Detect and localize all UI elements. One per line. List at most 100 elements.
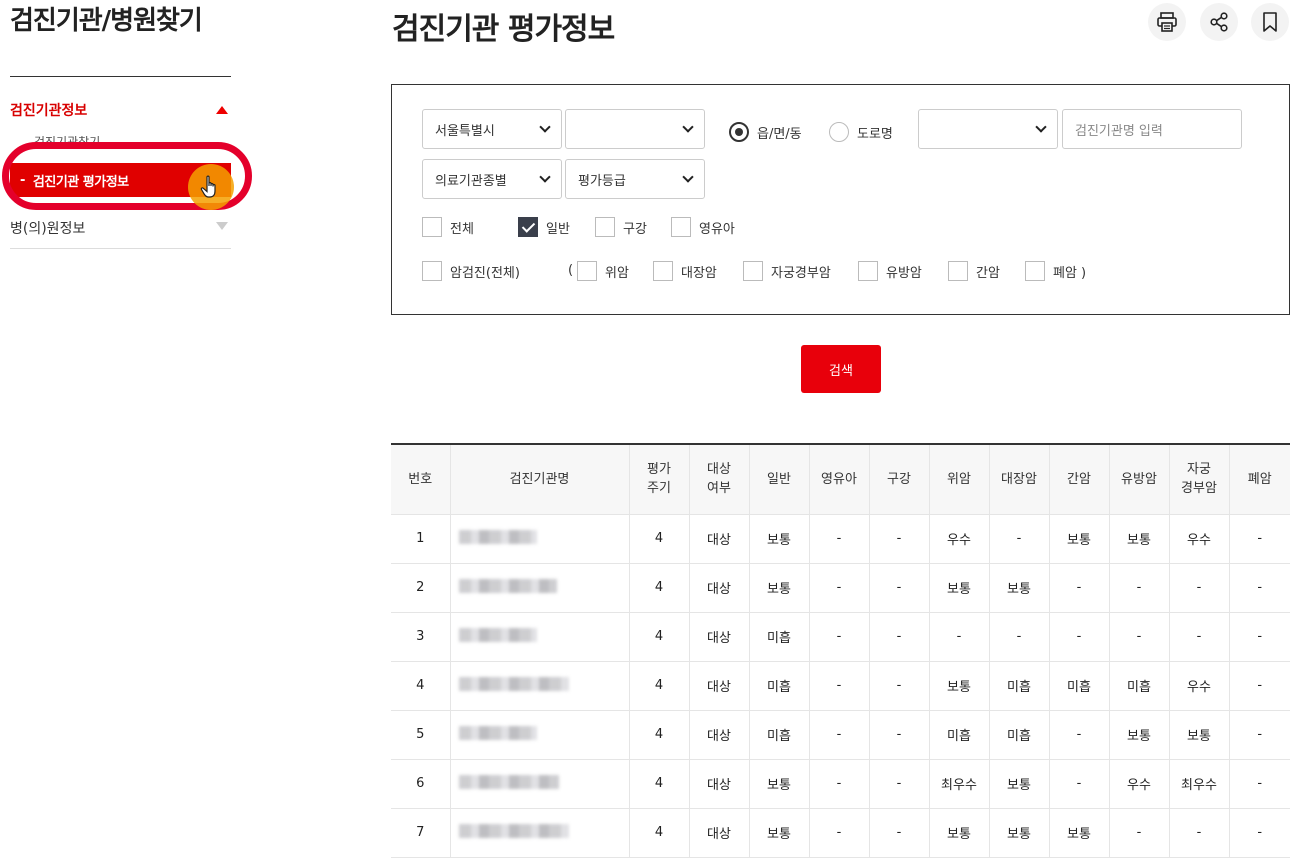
redacted-text: [458, 725, 537, 740]
table-cell: 대상: [688, 612, 749, 662]
table-cell: 보통: [1108, 514, 1169, 564]
chevron-down-icon: [682, 121, 694, 133]
checkbox-general[interactable]: 일반: [518, 217, 570, 237]
grade-select[interactable]: 평가등급: [565, 159, 705, 199]
checkbox-all[interactable]: 전체: [422, 217, 474, 237]
table-cell: -: [1228, 563, 1290, 613]
cell-no: 7: [391, 808, 450, 858]
checkbox-stomach[interactable]: 위암: [577, 261, 629, 281]
bookmark-button[interactable]: [1251, 3, 1289, 41]
table-cell: 보통: [748, 514, 809, 564]
chevron-down-icon: [539, 171, 551, 183]
cell-institution-name-redacted[interactable]: [449, 563, 629, 613]
district-select[interactable]: [565, 109, 705, 149]
table-cell: 보통: [748, 759, 809, 809]
page-title: 검진기관 평가정보: [392, 12, 615, 47]
cell-institution-name-redacted[interactable]: [449, 759, 629, 809]
table-row[interactable]: 6 4 대상 보통 - - 최우수 보통 - 우수 최우수 -: [391, 759, 1290, 809]
print-icon: [1157, 12, 1177, 32]
table-cell: 4: [628, 808, 689, 858]
radio-town-label: 읍/면/동: [757, 126, 802, 142]
radio-road-label: 도로명: [857, 126, 893, 142]
table-header-row: 번호 검진기관명 평가 주기 대상 여부 일반 영유아 구강 위암 대장암 간암 유…: [391, 444, 1290, 515]
table-row[interactable]: 2 4 대상 보통 - - 보통 보통 - - - -: [391, 563, 1290, 613]
grade-select-value: 평가등급: [578, 173, 626, 189]
cell-institution-name-redacted[interactable]: [449, 710, 629, 760]
table-cell: -: [808, 514, 869, 564]
cell-no: 5: [391, 710, 450, 760]
table-row[interactable]: 4 4 대상 미흡 - - 보통 미흡 미흡 미흡 우수 -: [391, 661, 1290, 711]
cell-institution-name-redacted[interactable]: [449, 612, 629, 662]
table-row[interactable]: 1 4 대상 보통 - - 우수 - 보통 보통 우수 -: [391, 514, 1290, 564]
checkbox-oral[interactable]: 구강: [595, 217, 647, 237]
checkbox-infant[interactable]: 영유아: [671, 217, 735, 237]
table-cell: -: [1048, 710, 1109, 760]
table-cell: 미흡: [748, 612, 809, 662]
table-cell: 보통: [1108, 710, 1169, 760]
checkbox-breast[interactable]: 유방암: [858, 261, 922, 281]
print-button[interactable]: [1148, 3, 1186, 41]
table-cell: 미흡: [988, 661, 1049, 711]
checkbox-label: 대장암: [681, 265, 717, 281]
town-select[interactable]: [918, 109, 1058, 149]
paren-open: (: [568, 263, 574, 278]
table-cell: 미흡: [748, 661, 809, 711]
table-cell: -: [808, 808, 869, 858]
sidebar-category-hospital-info[interactable]: 병(의)원정보: [10, 212, 231, 249]
search-panel: 서울특별시 읍/면/동 도로명 검진기관명 입력 의료기관종별 평가등급 전체 …: [391, 84, 1290, 315]
cell-institution-name-redacted[interactable]: [449, 514, 629, 564]
triangle-up-icon: [216, 106, 228, 114]
sidebar-category-checkup-info[interactable]: 검진기관정보: [10, 100, 231, 120]
table-cell: 대상: [688, 710, 749, 760]
search-button[interactable]: 검색: [801, 345, 881, 393]
table-cell: 4: [628, 514, 689, 564]
checkbox-liver[interactable]: 간암: [948, 261, 1000, 281]
table-cell: -: [868, 661, 929, 711]
radio-town[interactable]: 읍/면/동: [729, 122, 802, 142]
table-cell: 우수: [1108, 759, 1169, 809]
table-cell: -: [1108, 612, 1169, 662]
checkbox-colon[interactable]: 대장암: [653, 261, 717, 281]
header-name: 검진기관명: [449, 444, 629, 515]
table-cell: 보통: [1048, 808, 1109, 858]
checkbox-cervical[interactable]: 자궁경부암: [743, 261, 831, 281]
table-cell: 미흡: [1108, 661, 1169, 711]
table-cell: -: [868, 514, 929, 564]
header-breast: 유방암: [1108, 444, 1169, 515]
checkbox-label: 일반: [546, 221, 570, 237]
institution-type-select[interactable]: 의료기관종별: [422, 159, 562, 199]
table-cell: -: [868, 759, 929, 809]
header-stomach: 위암: [928, 444, 989, 515]
redacted-text: [458, 823, 569, 838]
redacted-text: [458, 774, 559, 789]
table-cell: 4: [628, 612, 689, 662]
cell-no: 4: [391, 661, 450, 711]
table-cell: -: [1048, 563, 1109, 613]
header-general: 일반: [748, 444, 809, 515]
header-lung: 폐암: [1228, 444, 1290, 515]
city-select[interactable]: 서울특별시: [422, 109, 562, 149]
checkbox-label: 구강: [623, 221, 647, 237]
radio-road[interactable]: 도로명: [829, 122, 893, 142]
chevron-down-icon: [1035, 121, 1047, 133]
sidebar-divider: [10, 76, 231, 77]
radio-selected-icon: [729, 122, 749, 142]
checkbox-label: 폐암 ): [1053, 265, 1087, 281]
institution-name-input[interactable]: 검진기관명 입력: [1062, 109, 1242, 149]
cell-institution-name-redacted[interactable]: [449, 661, 629, 711]
table-cell: -: [808, 612, 869, 662]
table-cell: 대상: [688, 563, 749, 613]
table-row[interactable]: 5 4 대상 미흡 - - 미흡 미흡 - 보통 보통 -: [391, 710, 1290, 760]
checkbox-lung[interactable]: 폐암 ): [1025, 261, 1086, 281]
table-cell: -: [1048, 612, 1109, 662]
table-row[interactable]: 3 4 대상 미흡 - - - - - - - -: [391, 612, 1290, 662]
table-cell: 보통: [748, 563, 809, 613]
checkbox-icon: [577, 261, 597, 281]
checkbox-cancer-all[interactable]: 암검진(전체): [422, 261, 520, 281]
table-row[interactable]: 7 4 대상 보통 - - 보통 보통 보통 - - -: [391, 808, 1290, 858]
table-cell: -: [988, 514, 1049, 564]
chevron-down-icon: [539, 121, 551, 133]
cell-institution-name-redacted[interactable]: [449, 808, 629, 858]
table-cell: -: [1168, 563, 1229, 613]
share-button[interactable]: [1200, 3, 1238, 41]
